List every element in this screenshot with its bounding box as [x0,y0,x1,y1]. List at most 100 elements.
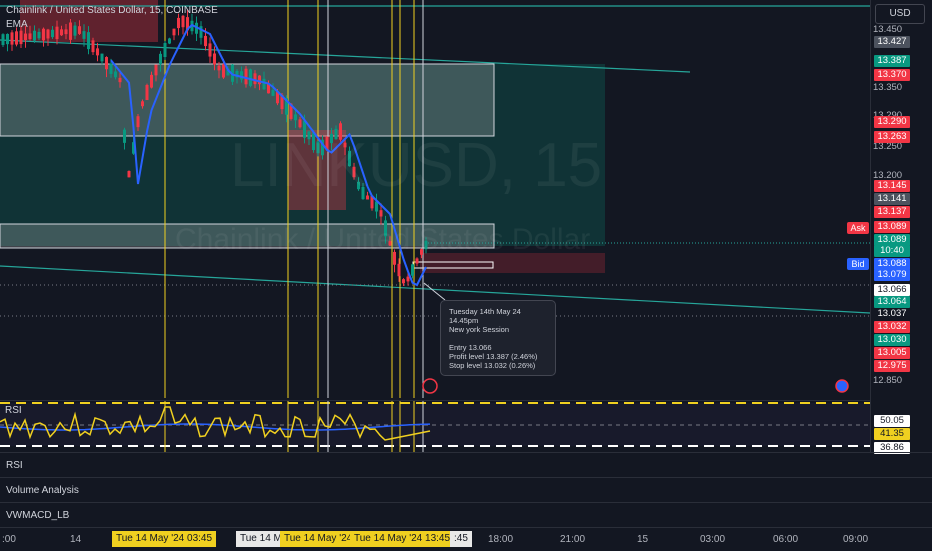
candle [253,73,257,85]
candle [258,75,261,85]
candle [10,32,14,45]
candle [271,90,275,96]
flag-icon[interactable] [835,379,849,393]
price-tag: 13.387 [874,55,910,67]
price-tag: 13.079 [874,269,910,281]
tooltip-time: 14.45pm [449,316,479,325]
time-label: 21:00 [560,534,586,545]
price-axis-label: 13.350 [873,82,903,93]
symbol-title[interactable]: Chainlink / United States Dollar, 15, CO… [6,4,218,18]
candle [294,114,297,121]
time-label: 06:00 [773,534,799,545]
price-tag: 13.145 [874,180,910,192]
vwmacd-pane[interactable]: VWMACD_LB [0,502,932,528]
candle [100,53,104,62]
rsi-pane-label[interactable]: RSI [5,405,22,416]
price-tag: 13.066 [874,284,910,296]
trade-info-tooltip: Tuesday 14th May 24 14.45pm New york Ses… [440,300,556,376]
price-tag: 13.064 [874,296,910,308]
candle [204,35,207,47]
candle [406,276,410,282]
candle [123,129,126,143]
time-highlight: Tue 14 M [236,531,286,547]
candle [141,101,144,107]
alert-icon[interactable] [422,378,438,394]
ema-label[interactable]: EMA [6,18,218,32]
candle [168,38,171,44]
rsi-tag: 50.05 [874,415,910,427]
name-watermark: Chainlink / United States Dollar [175,223,591,256]
candle [217,65,221,71]
candle [262,78,266,90]
symbol-watermark: LINKUSD, 15 [230,131,603,200]
currency-button[interactable]: USD [875,4,925,24]
candle [87,32,90,50]
rsi-collapsed-pane[interactable]: RSI [0,452,932,478]
price-tag: 13.141 [874,193,910,205]
time-label: 14 [70,534,82,545]
tooltip-session: New york Session [449,325,510,334]
price-tag: 13.263 [874,131,910,143]
candle [213,53,216,65]
tooltip-entry: Entry 13.066 [449,343,492,352]
time-axis[interactable]: :00 14 18:00 21:00 15 03:00 06:00 09:00 … [0,527,932,551]
candle [145,84,149,101]
price-tag: 13.137 [874,206,910,218]
rsi-chart [0,401,870,453]
candle [91,40,95,53]
candle [379,210,383,217]
candle [82,31,86,39]
candle [402,279,405,284]
candle [163,42,167,58]
candle [28,33,32,40]
candle [109,63,113,74]
time-label: 03:00 [700,534,726,545]
candle [375,201,378,212]
price-tag: 13.370 [874,69,910,81]
time-highlight: Tue 14 May '24 13:45 [350,531,455,547]
candle [240,71,243,80]
volume-analysis-label[interactable]: Volume Analysis [6,485,79,496]
price-tag: 10:40 [874,245,910,257]
candle [222,64,225,78]
time-highlight: Tue 14 May '24 03:45 [112,531,217,547]
candle [114,71,117,78]
tooltip-stop: Stop level 13.032 (0.26%) [449,361,536,370]
time-highlight: :45 [450,531,472,547]
candle [397,263,401,277]
candle [249,69,252,86]
time-label: 09:00 [843,534,869,545]
candle [159,53,162,65]
candle [136,116,140,128]
candle [118,77,122,83]
candle [33,30,36,41]
candle [298,119,302,128]
candle [208,43,212,57]
candle [154,64,158,76]
main-chart-pane[interactable]: Chainlink / United States Dollar, 15, CO… [0,0,870,398]
price-tag: 13.005 [874,347,910,359]
lower-trendline [0,265,870,314]
price-tag: 13.032 [874,321,910,333]
price-tag: 12.975 [874,360,910,372]
price-tag: 13.037 [874,308,910,320]
candle [24,33,27,41]
chart-header: Chainlink / United States Dollar, 15, CO… [6,4,218,32]
price-tag: 13.290 [874,116,910,128]
price-axis[interactable]: 13.45013.35013.29013.25013.20012.850 13.… [870,0,932,454]
candle [105,57,108,70]
candle [19,30,23,45]
volume-analysis-pane[interactable]: Volume Analysis [0,477,932,503]
tooltip-date: Tuesday 14th May 24 [449,307,521,316]
rsi-collapsed-label[interactable]: RSI [6,460,23,471]
candle [411,264,414,276]
price-tag: 13.427 [874,36,910,48]
candle [127,170,131,178]
price-tag: 13.089 [874,221,910,233]
bid-label: Bid [847,258,869,270]
price-axis-label: 12.850 [873,375,903,386]
rsi-pane[interactable]: RSI [0,400,870,453]
vwmacd-label[interactable]: VWMACD_LB [6,510,69,521]
time-label: 15 [637,534,649,545]
rsi-tag: 41.35 [874,428,910,440]
